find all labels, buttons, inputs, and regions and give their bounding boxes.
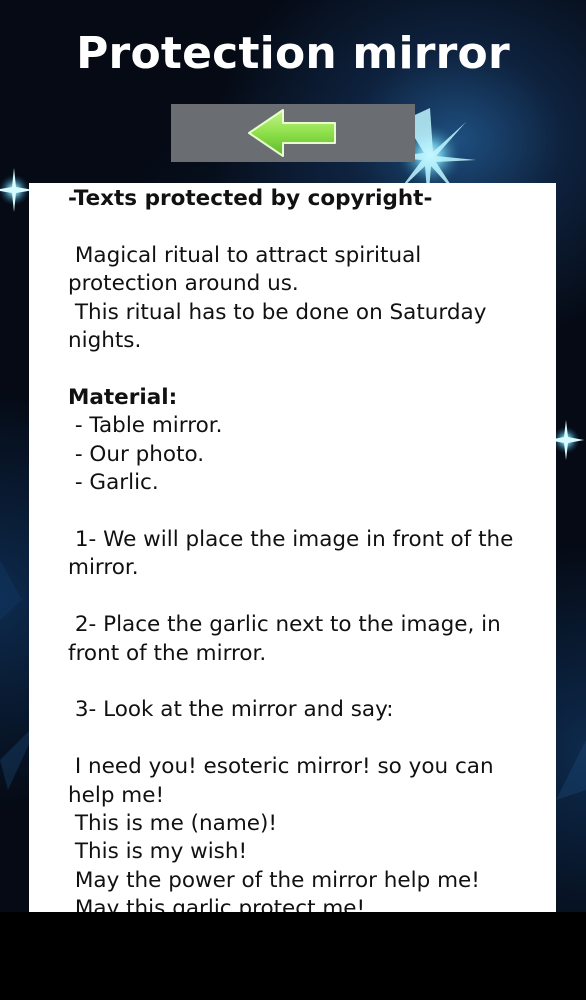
material-item: - Our photo. xyxy=(68,441,205,467)
chant-line: I need you! esoteric mirror! so you can … xyxy=(68,754,501,808)
copyright-notice: -Texts protected by copyright- xyxy=(68,186,433,211)
intro-paragraph: This ritual has to be done on Saturday n… xyxy=(68,299,494,354)
chant-line: May the power of the mirror help me! xyxy=(68,867,480,893)
material-heading: Material: xyxy=(68,384,178,410)
chant-line: May this garlic protect me! xyxy=(68,896,366,912)
chant-line: This is me (name)! xyxy=(68,810,277,836)
material-item: - Garlic. xyxy=(68,470,159,496)
step-item: 2- Place the garlic next to the image, i… xyxy=(68,612,508,666)
content-panel[interactable]: -Texts protected by copyright- Magical r… xyxy=(29,183,556,912)
step-item: 1- We will place the image in front of t… xyxy=(68,526,521,581)
step-item: 3- Look at the mirror and say: xyxy=(68,697,394,723)
left-arrow-icon xyxy=(248,109,336,157)
back-button[interactable] xyxy=(171,104,415,162)
chant-line: This is my wish! xyxy=(68,839,248,865)
bottom-bar xyxy=(0,912,586,1000)
ritual-text: -Texts protected by copyright- Magical r… xyxy=(29,183,556,912)
page-title: Protection mirror xyxy=(76,28,510,79)
intro-paragraph: Magical ritual to attract spiritual prot… xyxy=(68,242,429,297)
material-item: - Table mirror. xyxy=(68,413,223,439)
